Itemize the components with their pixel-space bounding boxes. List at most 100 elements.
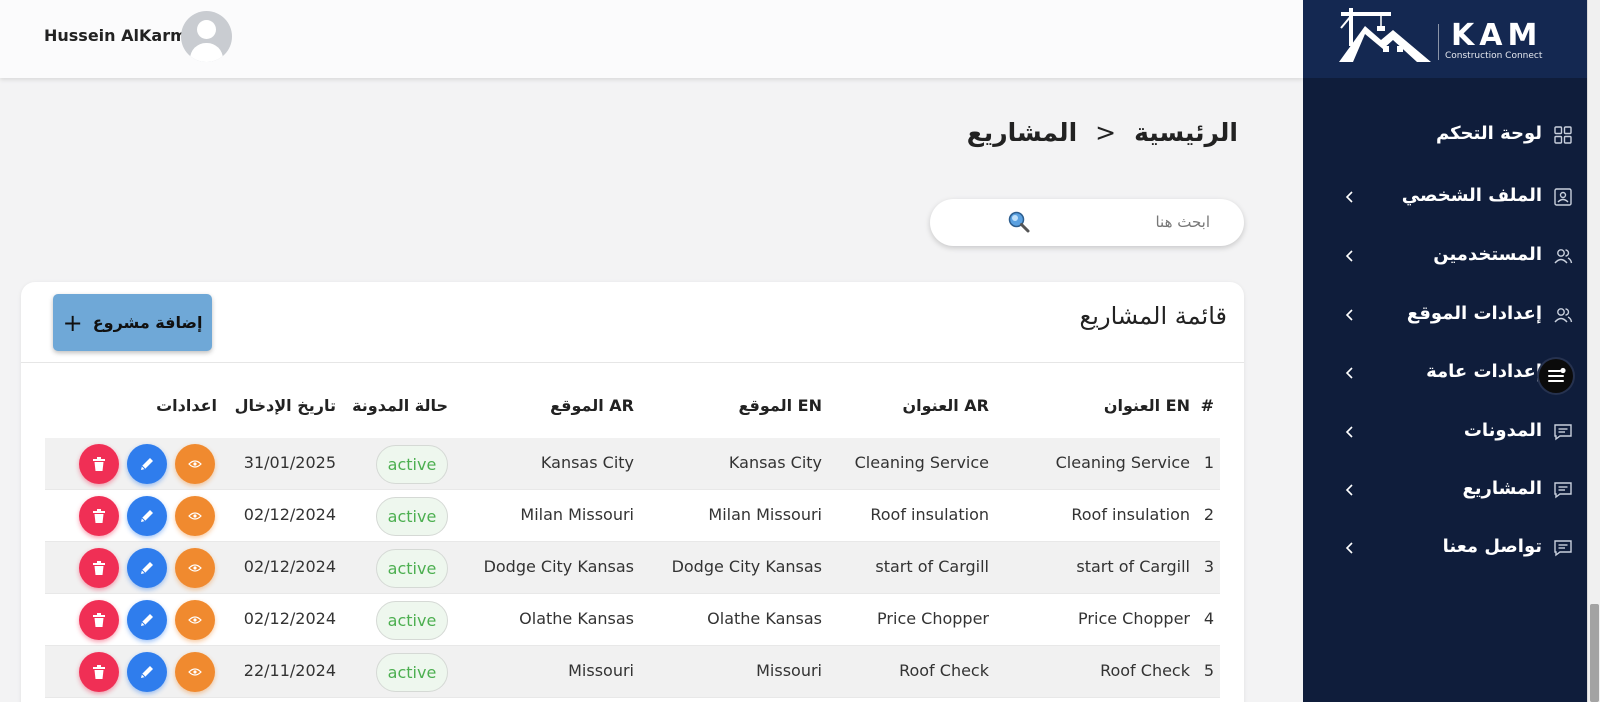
table-row: 2 Roof insulation Roof insulation Milan … [45, 490, 1220, 542]
chevron-left-icon [1345, 309, 1353, 321]
logo-divider [1438, 24, 1439, 60]
pencil-icon [141, 510, 153, 522]
page-scrollbar[interactable] [1587, 0, 1600, 702]
cell-num: 3 [1203, 557, 1214, 576]
status-badge: active [376, 549, 448, 588]
delete-button[interactable] [79, 600, 119, 640]
eye-icon [188, 512, 202, 520]
cell-location-ar: Olathe Kansas [519, 609, 634, 628]
sidebar-item-label: إعدادات عامة [1426, 361, 1542, 382]
eye-icon [188, 616, 202, 624]
cell-location-en: Olathe Kansas [707, 609, 822, 628]
delete-button[interactable] [79, 496, 119, 536]
status-badge: active [376, 601, 448, 640]
user-name[interactable]: Hussein AlKarmi [44, 26, 192, 45]
users-icon [1554, 308, 1573, 323]
card-divider [21, 362, 1244, 363]
sidebar-item-label: إعدادات الموقع [1406, 303, 1542, 324]
delete-button[interactable] [79, 444, 119, 484]
logo-tagline: Construction Connect [1445, 51, 1543, 61]
settings-icon [1548, 367, 1566, 382]
trash-icon [93, 613, 105, 627]
sidebar-item-projects[interactable]: المشاريع [1303, 470, 1587, 510]
search-input[interactable] [1000, 207, 1210, 237]
view-button[interactable] [175, 600, 215, 640]
header-actions: اعدادات [156, 396, 217, 415]
search-icon[interactable] [1007, 210, 1031, 238]
cell-title-ar: Roof insulation [870, 505, 989, 524]
cell-date: 22/11/2024 [243, 661, 336, 680]
trash-icon [93, 665, 105, 679]
card-title: قائمة المشاريع [1079, 302, 1227, 330]
cell-title-ar: start of Cargill [875, 557, 989, 576]
avatar[interactable] [181, 11, 232, 62]
chevron-left-icon [1345, 367, 1353, 379]
message-icon [1554, 540, 1572, 557]
logo-name: KAM [1451, 18, 1543, 53]
chevron-left-icon [1345, 250, 1353, 262]
breadcrumb-home[interactable]: الرئيسية [1134, 118, 1238, 147]
edit-button[interactable] [127, 548, 167, 588]
sidebar-item-blogs[interactable]: المدونات [1303, 412, 1587, 452]
view-button[interactable] [175, 496, 215, 536]
users-icon [1554, 249, 1573, 264]
sidebar: KAM Construction Connect لوحة التحكم الم… [1303, 0, 1587, 702]
eye-icon [188, 460, 202, 468]
profile-card-icon [1554, 188, 1572, 206]
sidebar-item-label: المدونات [1463, 420, 1542, 441]
top-bar: Hussein AlKarmi [0, 0, 1303, 78]
cell-num: 4 [1203, 609, 1214, 628]
sidebar-item-profile[interactable]: الملف الشخصي [1303, 177, 1587, 217]
status-badge: active [376, 653, 448, 692]
table-row: 4 Price Chopper Price Chopper Olathe Kan… [45, 594, 1220, 646]
breadcrumb-current: المشاريع [966, 118, 1078, 147]
logo[interactable]: KAM Construction Connect [1303, 0, 1587, 78]
pencil-icon [141, 458, 153, 470]
plus-icon: + [62, 308, 83, 337]
cell-title-en: start of Cargill [1076, 557, 1190, 576]
cell-location-ar: Dodge City Kansas [483, 557, 634, 576]
edit-button[interactable] [127, 652, 167, 692]
scrollbar-thumb[interactable] [1590, 604, 1599, 702]
view-button[interactable] [175, 548, 215, 588]
cell-date: 02/12/2024 [243, 505, 336, 524]
cell-title-en: Cleaning Service [1055, 453, 1190, 472]
sidebar-item-dashboard[interactable]: لوحة التحكم [1303, 115, 1587, 155]
projects-card: قائمة المشاريع إضافة مشروع + # العنوان E… [21, 282, 1244, 702]
add-project-label: إضافة مشروع [92, 313, 203, 332]
chevron-left-icon [1345, 542, 1353, 554]
pencil-icon [141, 666, 153, 678]
sidebar-item-users[interactable]: المستخدمين [1303, 236, 1587, 276]
cell-title-en: Roof Check [1100, 661, 1190, 680]
breadcrumb: الرئيسية > المشاريع [967, 118, 1238, 147]
edit-button[interactable] [127, 496, 167, 536]
trash-icon [93, 457, 105, 471]
cell-num: 2 [1203, 505, 1214, 524]
status-badge: active [376, 445, 448, 484]
view-button[interactable] [175, 652, 215, 692]
cell-date: 31/01/2025 [243, 453, 336, 472]
sidebar-item-site-settings[interactable]: إعدادات الموقع [1303, 295, 1587, 335]
delete-button[interactable] [79, 548, 119, 588]
edit-button[interactable] [127, 444, 167, 484]
cell-date: 02/12/2024 [243, 557, 336, 576]
view-button[interactable] [175, 444, 215, 484]
cell-title-ar: Price Chopper [877, 609, 989, 628]
delete-button[interactable] [79, 652, 119, 692]
add-project-button[interactable]: إضافة مشروع + [53, 294, 212, 351]
cell-location-ar: Missouri [568, 661, 634, 680]
sidebar-item-label: المشاريع [1462, 478, 1543, 499]
header-num: # [1200, 396, 1214, 415]
chevron-left-icon [1345, 426, 1353, 438]
header-location-ar: الموقع AR [550, 396, 634, 415]
edit-button[interactable] [127, 600, 167, 640]
table-row: 5 Roof Check Roof Check Missouri Missour… [45, 646, 1220, 698]
sidebar-item-contact[interactable]: تواصل معنا [1303, 528, 1587, 568]
pencil-icon [141, 562, 153, 574]
cell-title-en: Price Chopper [1078, 609, 1190, 628]
cell-location-en: Missouri [756, 661, 822, 680]
settings-menu-button[interactable] [1539, 359, 1573, 393]
message-icon [1554, 482, 1572, 499]
cell-num: 5 [1203, 661, 1214, 680]
grid-icon [1554, 126, 1572, 144]
